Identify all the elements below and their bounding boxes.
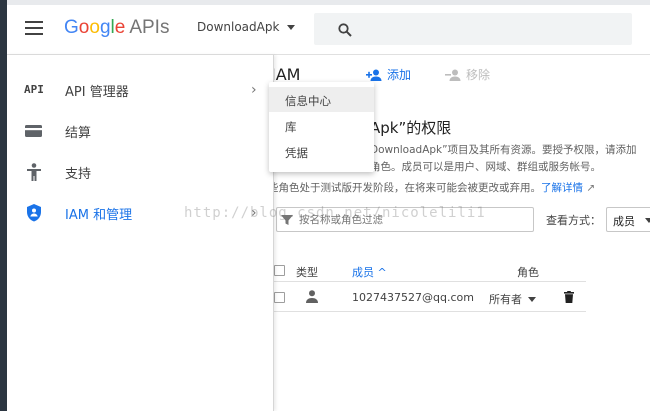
learn-more-link[interactable]: 了解详情 [541, 182, 583, 194]
chevron-right-icon: › [251, 82, 257, 98]
support-icon [27, 163, 41, 181]
beta-notice-text: 些角色处于测试版开发阶段，在将来可能会被更改或弃用。 [268, 182, 541, 194]
search-box[interactable] [314, 13, 632, 45]
top-bar: Google APIs DownloadApk [7, 0, 650, 55]
search-icon [338, 23, 352, 37]
submenu-item-dashboard[interactable]: 信息中心 [269, 87, 374, 112]
sidebar-item-label: IAM 和管理 [65, 208, 133, 223]
logo-letter: o [78, 17, 90, 38]
dropdown-caret-icon [528, 296, 536, 302]
sidebar-item-api-manager[interactable]: API API 管理器 › [7, 70, 273, 110]
sidebar-item-support[interactable]: 支持 [7, 152, 273, 192]
person-icon [306, 290, 318, 303]
sidebar-item-label: 支持 [65, 167, 92, 182]
submenu-item-credentials[interactable]: 凭据 [269, 139, 374, 164]
column-header-member[interactable]: 成员 ^ [352, 264, 387, 280]
dropdown-caret-icon [287, 24, 296, 30]
sidebar-item-billing[interactable]: 结算 [7, 111, 273, 151]
logo-letter: G [64, 17, 79, 38]
role-select[interactable]: 所有者 [489, 291, 536, 307]
remove-person-icon [445, 69, 461, 81]
description-line: 角色。成员可以是用户、网域、群组或服务帐号。 [370, 161, 601, 173]
add-member-button[interactable]: 添加 [366, 66, 411, 83]
apis-wordmark: APIs [129, 17, 170, 38]
row-divider [274, 311, 586, 312]
beta-notice: 些角色处于测试版开发阶段，在将来可能会被更改或弃用。了解详情 ↗ [268, 180, 595, 195]
api-manager-submenu: 信息中心 库 凭据 [269, 82, 374, 172]
member-email: 1027437527@qq.com [352, 291, 474, 304]
trash-icon[interactable] [564, 291, 574, 303]
header-divider [274, 281, 586, 282]
select-all-checkbox[interactable] [274, 265, 285, 276]
api-icon: API [24, 83, 44, 96]
role-value: 所有者 [489, 293, 522, 306]
add-label: 添加 [387, 68, 412, 82]
logo-letter: g [99, 17, 111, 38]
window-edge [0, 0, 7, 411]
remove-member-button[interactable]: 移除 [445, 66, 490, 83]
permissions-title: Apk”的权限 [370, 119, 452, 137]
google-wordmark: Google [64, 17, 125, 38]
sidebar-item-label: 结算 [65, 126, 92, 141]
view-by-select[interactable]: 成员 [606, 207, 650, 232]
add-person-icon [366, 69, 382, 81]
column-header-role: 角色 [517, 266, 539, 279]
project-name: DownloadApk [197, 20, 280, 34]
logo-letter: e [114, 17, 126, 38]
watermark: http://blog.csdn.net/nicolelili1 [184, 205, 486, 221]
billing-icon [25, 125, 42, 137]
google-apis-logo[interactable]: Google APIs [64, 17, 169, 39]
view-by-label: 查看方式： [546, 214, 601, 227]
sidebar-item-label: API 管理器 [65, 85, 129, 100]
external-link-icon: ↗ [586, 182, 596, 194]
hamburger-icon[interactable] [25, 19, 47, 39]
navigation-drawer: API API 管理器 › 结算 支持 IAM 和管理 › [7, 55, 274, 411]
logo-letter: o [89, 17, 100, 38]
project-selector[interactable]: DownloadApk [197, 20, 296, 34]
column-header-type[interactable]: 类型 [296, 264, 318, 280]
remove-label: 移除 [466, 68, 491, 82]
submenu-item-library[interactable]: 库 [269, 113, 374, 138]
shield-icon [27, 204, 41, 222]
view-by-value: 成员 [613, 215, 635, 228]
description-line: DownloadApk”项目及其所有资源。要授予权限，请添加 [370, 144, 637, 156]
dropdown-caret-icon [645, 218, 650, 223]
row-checkbox[interactable] [274, 292, 285, 303]
